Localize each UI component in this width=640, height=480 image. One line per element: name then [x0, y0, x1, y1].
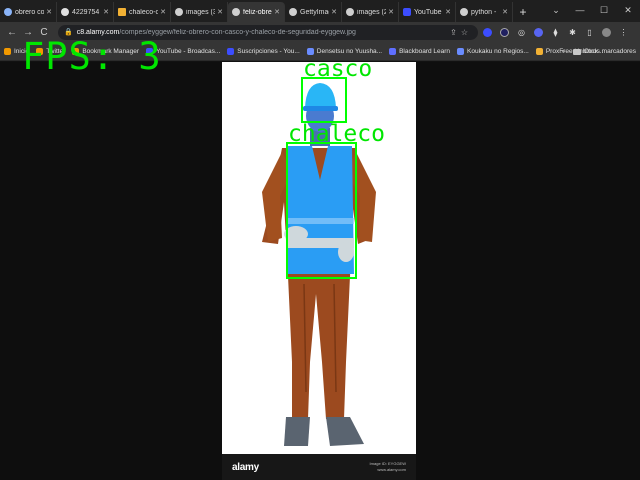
tab-close-icon[interactable]: ✕ [331, 8, 337, 16]
tab-title: GettyImag [300, 8, 330, 16]
tab-title: python - [471, 8, 497, 16]
tab-0[interactable]: obrero co ✕ [0, 2, 57, 22]
menu-icon[interactable]: ⋮ [616, 25, 631, 40]
bookmark-icon [535, 47, 543, 55]
detection-label-helmet: casco [303, 56, 373, 82]
bookmark-label: Densetsu no Yuusha... [316, 47, 383, 55]
tab-close-icon[interactable]: ✕ [502, 8, 508, 16]
puzzle-icon[interactable]: ✱ [565, 25, 580, 40]
tab-1[interactable]: 4229754 ✕ [57, 2, 114, 22]
tab-title: 4229754 [72, 8, 100, 16]
youtube-icon [227, 47, 235, 55]
tab-favicon-icon [460, 8, 468, 16]
folder-icon [572, 48, 581, 55]
tab-title: images (3 [186, 8, 216, 16]
tab-8[interactable]: python - ✕ [456, 2, 513, 22]
maximize-icon[interactable]: ☐ [592, 0, 616, 20]
bookmark-label: Blackboard Learn [399, 47, 451, 55]
tab-favicon-icon [346, 8, 354, 16]
bookmark-item[interactable]: Koukaku no Regios... [457, 47, 529, 55]
tab-favicon-icon [289, 8, 297, 16]
bookmark-label: Koukaku no Regios... [467, 47, 529, 55]
more-bookmarks-button[interactable]: » [561, 48, 565, 55]
share-and-star-icons[interactable]: ⇪☆ [450, 28, 472, 37]
bookmark-label: YouTube - Broadcas... [156, 47, 221, 55]
image-meta: Image ID: EYGGEW www.alamy.com [370, 461, 406, 473]
profile-avatar[interactable] [599, 25, 614, 40]
detection-box-vest [286, 142, 357, 279]
bookmark-label: Suscripciones - You... [237, 47, 300, 55]
tab-search-icon[interactable]: ⌄ [544, 0, 568, 20]
tab-close-icon[interactable]: ✕ [103, 8, 109, 16]
image-site-text: www.alamy.com [377, 467, 406, 472]
bookmark-icon [4, 47, 11, 55]
tab-close-icon[interactable]: ✕ [445, 8, 451, 16]
youtube-icon [403, 8, 411, 16]
window-controls: ⌄ — ☐ ✕ [544, 0, 640, 20]
tab-close-icon[interactable]: ✕ [160, 8, 166, 16]
detection-box-helmet [301, 77, 347, 123]
minimize-icon[interactable]: — [568, 0, 592, 20]
tab-4-active[interactable]: feliz-obre ✕ [228, 2, 285, 22]
bookmark-item[interactable]: Suscripciones - You... [227, 47, 300, 55]
tab-5[interactable]: GettyImag ✕ [285, 2, 342, 22]
bookmark-item[interactable]: Densetsu no Yuusha... [306, 47, 383, 55]
tab-favicon-icon [4, 8, 12, 16]
tab-favicon-icon [118, 8, 126, 16]
detection-label-vest: chaleco [288, 121, 385, 147]
fps-counter: FPS: 3 [22, 35, 162, 78]
page-content: alamy Image ID: EYGGEW www.alamy.com cas… [0, 58, 640, 480]
extension-icon[interactable]: ⧫ [548, 25, 563, 40]
tab-6[interactable]: images (2 ✕ [342, 2, 399, 22]
bookmarks-right: » Otros marcadores [561, 42, 636, 61]
tab-title: feliz-obre [243, 8, 272, 16]
browser-window: obrero co ✕ 4229754 ✕ chaleco-o ✕ images (3… [0, 0, 640, 480]
extension-icon[interactable] [480, 25, 495, 40]
tab-close-icon[interactable]: ✕ [217, 8, 223, 16]
tab-2[interactable]: chaleco-o ✕ [114, 2, 171, 22]
side-panel-icon[interactable]: ▯ [582, 25, 597, 40]
back-button[interactable]: ← [4, 24, 20, 40]
bookmark-icon [306, 47, 314, 55]
extension-icon[interactable] [497, 25, 512, 40]
tab-7[interactable]: YouTube ✕ [399, 2, 456, 22]
tab-title: obrero co [15, 8, 45, 16]
tab-close-icon[interactable]: ✕ [274, 8, 280, 16]
tab-favicon-icon [61, 8, 69, 16]
close-window-icon[interactable]: ✕ [616, 0, 640, 20]
tab-strip: obrero co ✕ 4229754 ✕ chaleco-o ✕ images (3… [0, 0, 640, 22]
other-bookmarks-link[interactable]: Otros marcadores [584, 48, 636, 55]
tab-title: chaleco-o [129, 8, 159, 16]
bookmark-icon [457, 47, 465, 55]
tab-close-icon[interactable]: ✕ [388, 8, 394, 16]
bookmark-icon [389, 47, 397, 55]
tab-3[interactable]: images (3 ✕ [171, 2, 228, 22]
extension-icon[interactable] [531, 25, 546, 40]
tab-close-icon[interactable]: ✕ [46, 8, 52, 16]
tab-favicon-icon [175, 8, 183, 16]
bookmark-item[interactable]: Blackboard Learn [389, 47, 451, 55]
tab-title: images (2 [357, 8, 387, 16]
image-footer: alamy Image ID: EYGGEW www.alamy.com [222, 454, 416, 480]
alamy-logo: alamy [232, 461, 259, 473]
tab-favicon-icon [232, 8, 240, 16]
extension-icon[interactable]: ◎ [514, 25, 529, 40]
new-tab-button[interactable]: + [513, 2, 533, 22]
tab-title: YouTube [414, 8, 442, 16]
